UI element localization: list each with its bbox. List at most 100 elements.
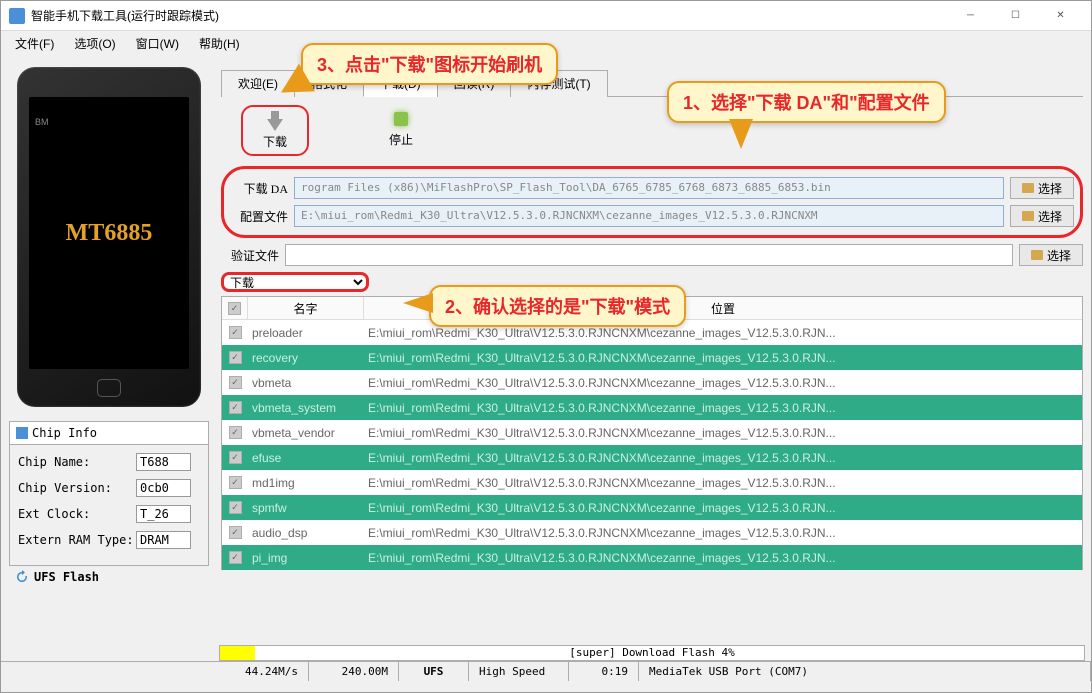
row-location: E:\miui_rom\Redmi_K30_Ultra\V12.5.3.0.RJ… (364, 401, 1082, 415)
folder-icon (1022, 211, 1034, 221)
stop-icon (394, 109, 408, 129)
row-location: E:\miui_rom\Redmi_K30_Ultra\V12.5.3.0.RJ… (364, 526, 1082, 540)
table-row[interactable]: ✓vbmeta_systemE:\miui_rom\Redmi_K30_Ultr… (222, 395, 1082, 420)
status-size: 240.00M (309, 662, 399, 681)
menu-help[interactable]: 帮助(H) (189, 33, 250, 54)
row-checkbox[interactable]: ✓ (222, 526, 248, 539)
status-speed: 44.24M/s (219, 662, 309, 681)
table-row[interactable]: ✓vbmeta_vendorE:\miui_rom\Redmi_K30_Ultr… (222, 420, 1082, 445)
mode-select[interactable]: 下载 (221, 272, 369, 292)
da-input[interactable]: rogram Files (x86)\MiFlashPro\SP_Flash_T… (294, 177, 1004, 199)
callout-step3: 3、点击"下载"图标开始刷机 (301, 43, 558, 85)
row-location: E:\miui_rom\Redmi_K30_Ultra\V12.5.3.0.RJ… (364, 551, 1082, 565)
row-name: preloader (248, 326, 364, 340)
row-name: audio_dsp (248, 526, 364, 540)
chip-icon (16, 427, 28, 439)
da-select-button[interactable]: 选择 (1010, 177, 1074, 199)
table-row[interactable]: ✓md1imgE:\miui_rom\Redmi_K30_Ultra\V12.5… (222, 470, 1082, 495)
callout-step1: 1、选择"下载 DA"和"配置文件 (667, 81, 946, 123)
download-button[interactable]: 下载 (241, 105, 309, 156)
stop-button[interactable]: 停止 (369, 105, 433, 156)
minimize-button[interactable]: ─ (948, 1, 993, 30)
da-label: 下载 DA (230, 180, 288, 197)
row-checkbox[interactable]: ✓ (222, 326, 248, 339)
maximize-button[interactable]: ☐ (993, 1, 1038, 30)
chip-version-label: Chip Version: (18, 481, 136, 495)
titlebar: 智能手机下载工具(运行时跟踪模式) ─ ☐ ✕ (1, 1, 1091, 31)
verify-input[interactable] (285, 244, 1013, 266)
row-checkbox[interactable]: ✓ (222, 476, 248, 489)
phone-preview: BM MT6885 (17, 67, 201, 407)
callout-step2: 2、确认选择的是"下载"模式 (429, 285, 686, 327)
row-name: vbmeta_vendor (248, 426, 364, 440)
row-checkbox[interactable]: ✓ (222, 551, 248, 564)
chip-version-value: 0cb0 (136, 479, 191, 497)
stop-label: 停止 (389, 131, 413, 148)
chip-name-label: Chip Name: (18, 455, 136, 469)
row-name: vbmeta_system (248, 401, 364, 415)
header-checkbox[interactable]: ✓ (222, 297, 248, 319)
row-location: E:\miui_rom\Redmi_K30_Ultra\V12.5.3.0.RJ… (364, 451, 1082, 465)
row-checkbox[interactable]: ✓ (222, 426, 248, 439)
row-location: E:\miui_rom\Redmi_K30_Ultra\V12.5.3.0.RJ… (364, 326, 1082, 340)
chip-name-value: T688 (136, 453, 191, 471)
menu-option[interactable]: 选项(O) (64, 33, 125, 54)
menu-file[interactable]: 文件(F) (5, 33, 64, 54)
row-location: E:\miui_rom\Redmi_K30_Ultra\V12.5.3.0.RJ… (364, 476, 1082, 490)
download-arrow-icon (267, 111, 283, 131)
progress-fill (220, 646, 255, 660)
cfg-select-button[interactable]: 选择 (1010, 205, 1074, 227)
status-mode: High Speed (469, 662, 569, 681)
row-checkbox[interactable]: ✓ (222, 376, 248, 389)
statusbar: 44.24M/s 240.00M UFS High Speed 0:19 Med… (1, 661, 1091, 681)
table-row[interactable]: ✓recoveryE:\miui_rom\Redmi_K30_Ultra\V12… (222, 345, 1082, 370)
row-checkbox[interactable]: ✓ (222, 351, 248, 364)
ufs-flash-row: UFS Flash (9, 566, 209, 588)
ufs-flash-label: UFS Flash (34, 570, 99, 584)
verify-label: 验证文件 (221, 247, 279, 264)
ext-clock-label: Ext Clock: (18, 507, 136, 521)
refresh-icon (15, 570, 29, 584)
table-row[interactable]: ✓audio_dspE:\miui_rom\Redmi_K30_Ultra\V1… (222, 520, 1082, 545)
partition-table: ✓ 名字 位置 ✓preloaderE:\miui_rom\Redmi_K30_… (221, 296, 1083, 570)
status-storage: UFS (399, 662, 469, 681)
app-icon (9, 8, 25, 24)
close-button[interactable]: ✕ (1038, 1, 1083, 30)
row-location: E:\miui_rom\Redmi_K30_Ultra\V12.5.3.0.RJ… (364, 376, 1082, 390)
row-name: md1img (248, 476, 364, 490)
extern-ram-value: DRAM (136, 531, 191, 549)
row-name: recovery (248, 351, 364, 365)
phone-model: MT6885 (66, 220, 153, 247)
folder-icon (1022, 183, 1034, 193)
chip-info-title: Chip Info (32, 426, 97, 440)
row-location: E:\miui_rom\Redmi_K30_Ultra\V12.5.3.0.RJ… (364, 501, 1082, 515)
cfg-label: 配置文件 (230, 208, 288, 225)
cfg-input[interactable]: E:\miui_rom\Redmi_K30_Ultra\V12.5.3.0.RJ… (294, 205, 1004, 227)
row-name: spmfw (248, 501, 364, 515)
row-checkbox[interactable]: ✓ (222, 401, 248, 414)
phone-brand: BM (35, 117, 49, 127)
phone-home-button (97, 379, 121, 397)
table-row[interactable]: ✓pi_imgE:\miui_rom\Redmi_K30_Ultra\V12.5… (222, 545, 1082, 570)
download-label: 下载 (263, 133, 287, 150)
column-name: 名字 (248, 297, 364, 319)
row-checkbox[interactable]: ✓ (222, 501, 248, 514)
window-title: 智能手机下载工具(运行时跟踪模式) (31, 7, 948, 24)
progress-text: [super] Download Flash 4% (569, 646, 735, 659)
row-name: efuse (248, 451, 364, 465)
extern-ram-label: Extern RAM Type: (18, 533, 136, 547)
verify-select-button[interactable]: 选择 (1019, 244, 1083, 266)
progress-bar: [super] Download Flash 4% (219, 645, 1085, 661)
table-row[interactable]: ✓spmfwE:\miui_rom\Redmi_K30_Ultra\V12.5.… (222, 495, 1082, 520)
table-row[interactable]: ✓efuseE:\miui_rom\Redmi_K30_Ultra\V12.5.… (222, 445, 1082, 470)
ext-clock-value: T_26 (136, 505, 191, 523)
chip-info-header: Chip Info (10, 422, 208, 445)
menu-window[interactable]: 窗口(W) (126, 33, 189, 54)
status-time: 0:19 (569, 662, 639, 681)
row-checkbox[interactable]: ✓ (222, 451, 248, 464)
table-row[interactable]: ✓vbmetaE:\miui_rom\Redmi_K30_Ultra\V12.5… (222, 370, 1082, 395)
status-port: MediaTek USB Port (COM7) (639, 662, 1091, 681)
row-name: pi_img (248, 551, 364, 565)
row-location: E:\miui_rom\Redmi_K30_Ultra\V12.5.3.0.RJ… (364, 426, 1082, 440)
row-name: vbmeta (248, 376, 364, 390)
